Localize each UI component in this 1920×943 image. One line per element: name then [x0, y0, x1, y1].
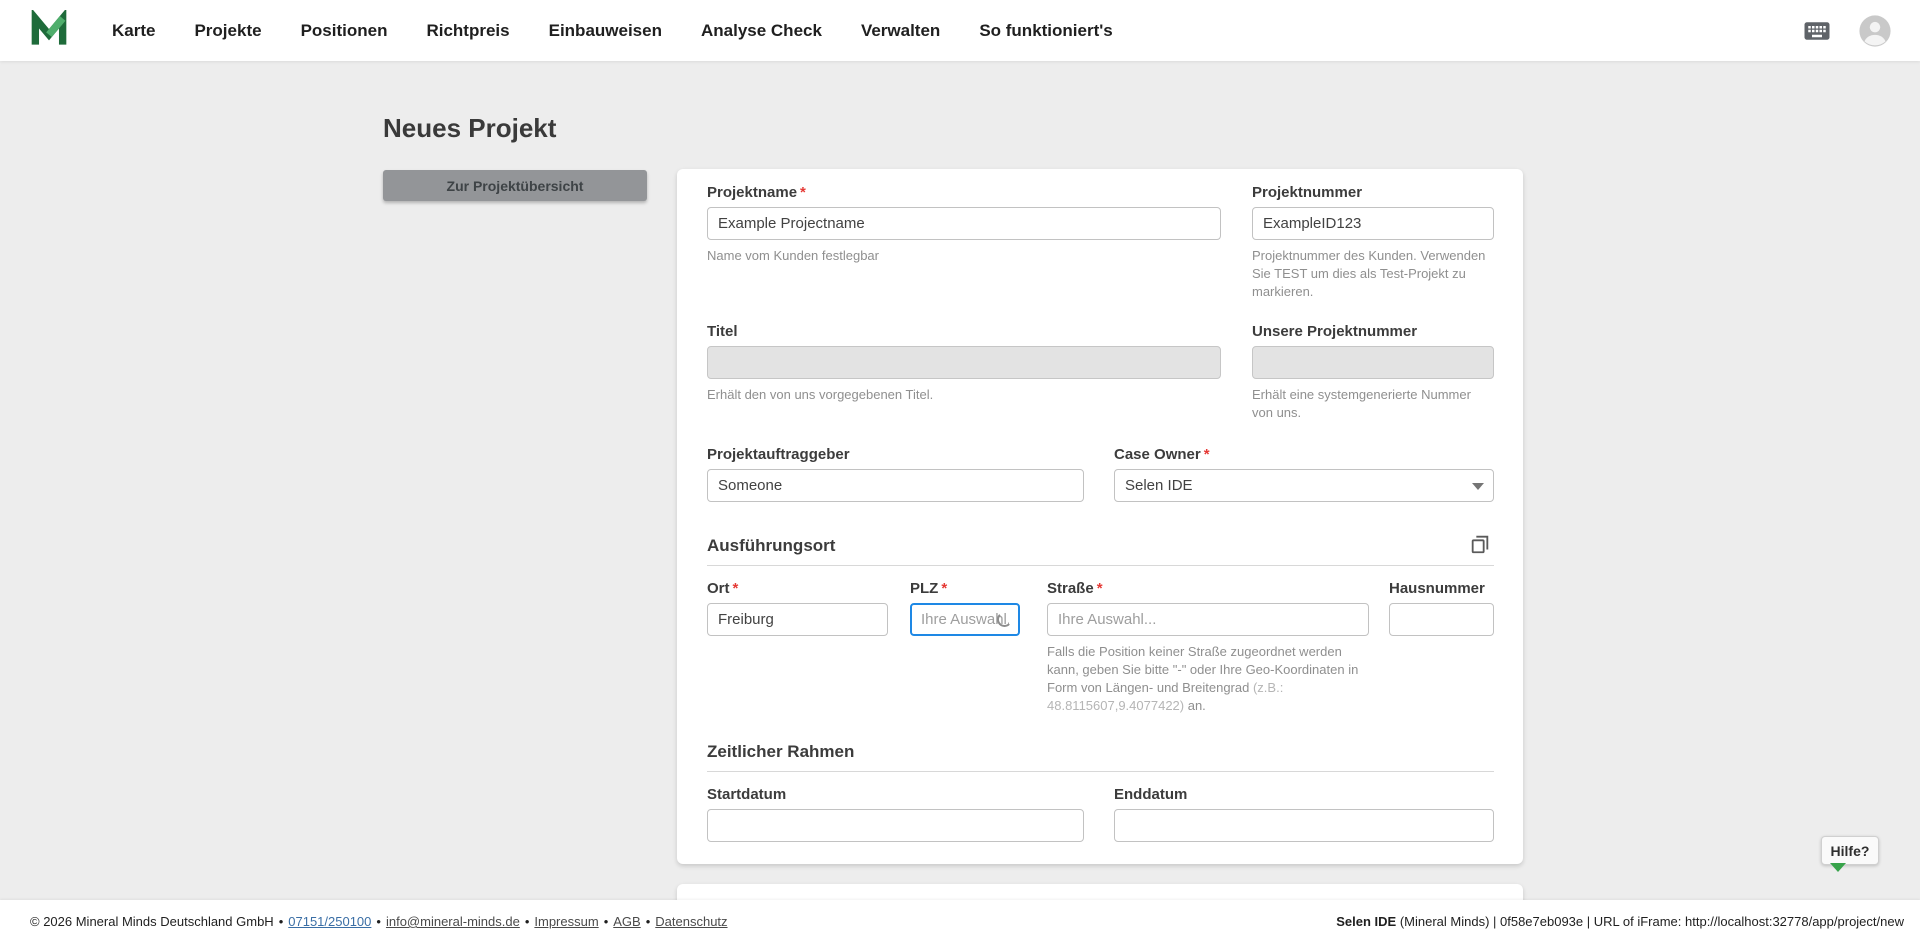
- footer-session-info: Selen IDE (Mineral Minds) | 0f58e7eb093e…: [1336, 914, 1904, 929]
- field-projektname: Projektname* Name vom Kunden festlegbar: [707, 184, 1221, 265]
- section-divider: [707, 771, 1494, 772]
- logo-icon: [31, 9, 67, 45]
- strasse-helper: Falls die Position keiner Straße zugeord…: [1047, 644, 1359, 713]
- titel-label: Titel: [707, 323, 738, 340]
- footer-left: © 2026 Mineral Minds Deutschland GmbH • …: [30, 914, 728, 929]
- case-owner-label: Case Owner *: [1114, 446, 1210, 463]
- section-ausfuehrungsort: Ausführungsort: [707, 535, 1494, 566]
- field-case-owner: Case Owner * Selen IDE: [1114, 446, 1494, 502]
- user-avatar[interactable]: [1858, 14, 1892, 48]
- footer-separator: •: [376, 914, 381, 929]
- loading-spinner-icon: [997, 612, 1012, 627]
- help-button[interactable]: Hilfe?: [1821, 836, 1879, 872]
- case-owner-select[interactable]: Selen IDE: [1114, 469, 1494, 502]
- field-enddatum: Enddatum: [1114, 786, 1494, 842]
- phone-link[interactable]: 07151/250100: [288, 914, 371, 929]
- main-navigation: Karte Projekte Positionen Richtpreis Ein…: [112, 21, 1113, 41]
- required-asterisk: *: [941, 580, 948, 597]
- titel-input: [707, 346, 1221, 379]
- app-screen: Karte Projekte Positionen Richtpreis Ein…: [0, 0, 1920, 943]
- page-title: Neues Projekt: [383, 113, 557, 143]
- ort-label: Ort *: [707, 580, 739, 597]
- required-asterisk: *: [800, 184, 806, 201]
- footer-separator: •: [524, 914, 530, 929]
- projektnummer-input[interactable]: [1252, 207, 1494, 240]
- nav-item-so-funktionierts[interactable]: So funktioniert's: [979, 21, 1112, 41]
- startdatum-input[interactable]: [707, 809, 1084, 842]
- hausnummer-label: Hausnummer: [1389, 580, 1485, 597]
- plz-label: PLZ *: [910, 580, 948, 597]
- case-owner-value: Selen IDE: [1125, 477, 1193, 494]
- ausfuehrungsort-title: Ausführungsort: [707, 536, 836, 555]
- startdatum-label: Startdatum: [707, 786, 787, 803]
- nav-item-positionen[interactable]: Positionen: [301, 21, 388, 41]
- projektname-input[interactable]: [707, 207, 1221, 240]
- strasse-label: Straße *: [1047, 580, 1103, 597]
- strasse-input[interactable]: [1047, 603, 1369, 636]
- copy-icon[interactable]: [1466, 530, 1494, 563]
- chevron-down-icon: [1472, 483, 1484, 490]
- email-link[interactable]: info@mineral-minds.de: [386, 914, 520, 929]
- required-asterisk: *: [1096, 580, 1103, 597]
- section-divider: [707, 565, 1494, 566]
- project-overview-button[interactable]: Zur Projektübersicht: [383, 170, 647, 201]
- field-hausnummer: Hausnummer: [1389, 580, 1494, 636]
- required-asterisk: *: [1203, 446, 1210, 463]
- agb-link[interactable]: AGB: [613, 914, 640, 929]
- projektname-label: Projektname *: [707, 184, 806, 201]
- field-projektnummer: Projektnummer Projektnummer des Kunden. …: [1252, 184, 1494, 301]
- projektnummer-helper: Projektnummer des Kunden. Verwenden Sie …: [1252, 248, 1486, 299]
- section-zeitlicher-rahmen: Zeitlicher Rahmen: [707, 742, 1494, 772]
- field-plz: PLZ *: [910, 580, 1020, 636]
- field-unsere-projektnummer: Unsere Projektnummer Erhält eine systemg…: [1252, 323, 1494, 422]
- required-asterisk: *: [732, 580, 739, 597]
- nav-item-einbauweisen[interactable]: Einbauweisen: [549, 21, 662, 41]
- projektauftraggeber-label: Projektauftraggeber: [707, 446, 850, 463]
- footer-separator: •: [645, 914, 651, 929]
- unsere-projektnummer-input: [1252, 346, 1494, 379]
- field-startdatum: Startdatum: [707, 786, 1084, 842]
- unsere-projektnummer-label: Unsere Projektnummer: [1252, 323, 1418, 340]
- nav-item-karte[interactable]: Karte: [112, 21, 155, 41]
- projektauftraggeber-input[interactable]: [707, 469, 1084, 502]
- impressum-link[interactable]: Impressum: [534, 914, 598, 929]
- nav-item-analyse-check[interactable]: Analyse Check: [701, 21, 822, 41]
- projektnummer-label: Projektnummer: [1252, 184, 1363, 201]
- navbar-right: [1802, 14, 1892, 48]
- hausnummer-input[interactable]: [1389, 603, 1494, 636]
- zeitlicher-rahmen-title: Zeitlicher Rahmen: [707, 742, 855, 761]
- footer-separator: •: [603, 914, 609, 929]
- field-ort: Ort *: [707, 580, 888, 636]
- session-user: Selen IDE: [1336, 914, 1397, 929]
- enddatum-input[interactable]: [1114, 809, 1494, 842]
- keyboard-icon[interactable]: [1802, 16, 1832, 46]
- footer: © 2026 Mineral Minds Deutschland GmbH • …: [0, 900, 1920, 943]
- top-navbar: Karte Projekte Positionen Richtpreis Ein…: [0, 0, 1920, 61]
- field-projektauftraggeber: Projektauftraggeber: [707, 446, 1084, 502]
- datenschutz-link[interactable]: Datenschutz: [655, 914, 727, 929]
- session-details: (Mineral Minds) | 0f58e7eb093e | URL of …: [1396, 914, 1904, 929]
- nav-item-verwalten[interactable]: Verwalten: [861, 21, 940, 41]
- titel-helper: Erhält den von uns vorgegebenen Titel.: [707, 387, 934, 402]
- field-titel: Titel Erhält den von uns vorgegebenen Ti…: [707, 323, 1221, 404]
- nav-item-projekte[interactable]: Projekte: [194, 21, 261, 41]
- projektname-helper: Name vom Kunden festlegbar: [707, 248, 879, 263]
- unsere-projektnummer-helper: Erhält eine systemgenerierte Nummer von …: [1252, 387, 1471, 420]
- footer-separator: •: [278, 914, 284, 929]
- copyright-text: © 2026 Mineral Minds Deutschland GmbH: [30, 914, 274, 929]
- mineral-minds-logo[interactable]: [28, 9, 70, 52]
- enddatum-label: Enddatum: [1114, 786, 1188, 803]
- new-project-form-card: Projektname* Name vom Kunden festlegbar …: [677, 169, 1523, 864]
- field-strasse: Straße* Falls die Position keiner Straße…: [1047, 580, 1369, 715]
- ort-input[interactable]: [707, 603, 888, 636]
- nav-item-richtpreis[interactable]: Richtpreis: [426, 21, 509, 41]
